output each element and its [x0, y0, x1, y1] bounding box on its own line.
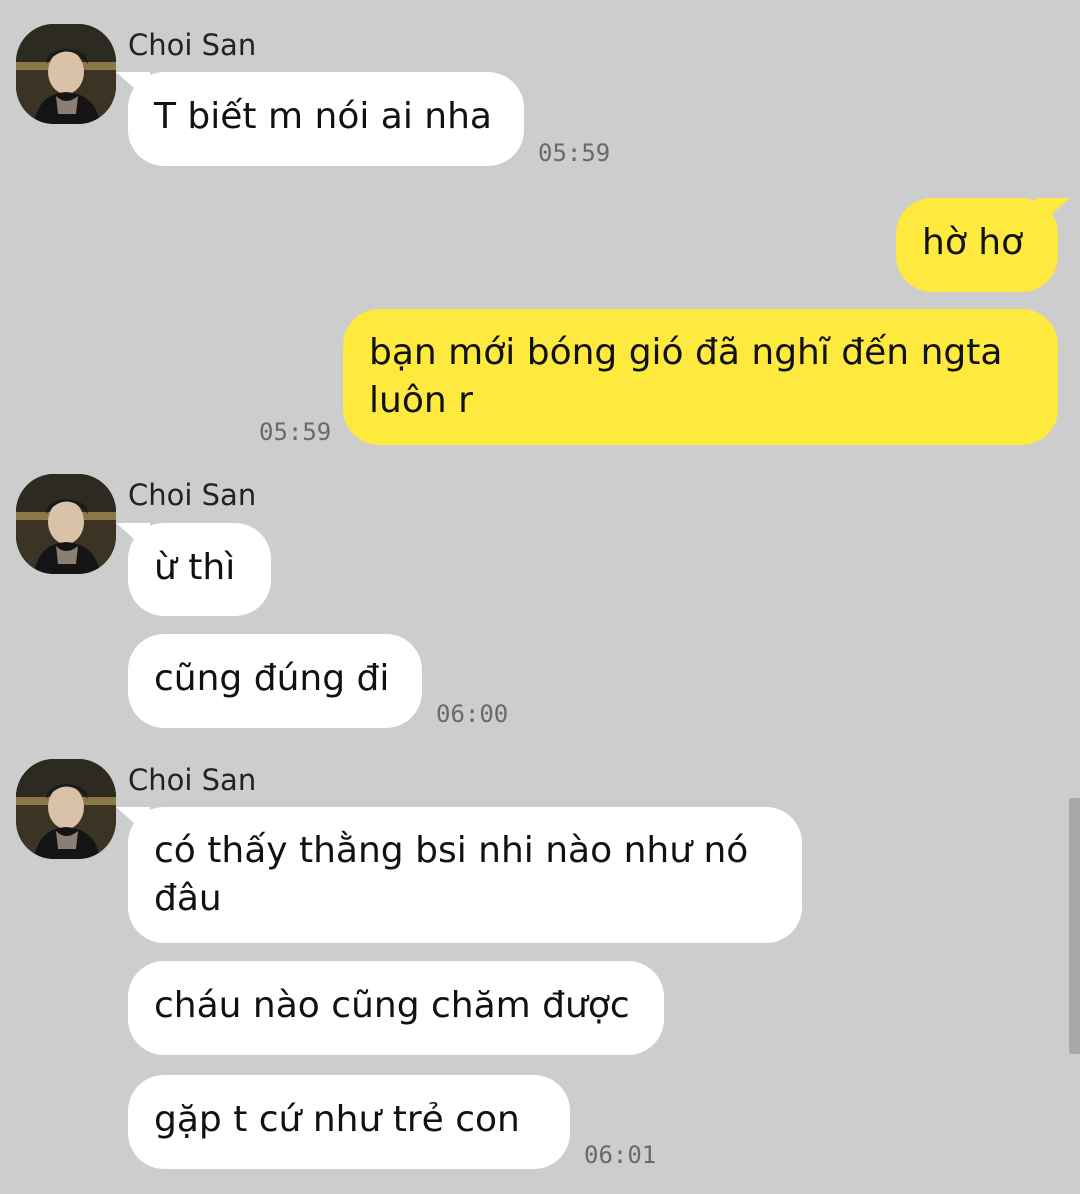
sender-avatar[interactable] [16, 24, 116, 124]
chat-message-list[interactable]: Choi San T biết m nói ai nha 05:59 hờ hơ… [0, 0, 1080, 1194]
outgoing-message-bubble[interactable]: hờ hơ [896, 198, 1058, 292]
message-timestamp: 06:00 [436, 700, 509, 728]
incoming-message-bubble[interactable]: gặp t cứ như trẻ con [128, 1075, 570, 1169]
message-timestamp: 05:59 [538, 139, 611, 167]
sender-name: Choi San [128, 478, 257, 512]
sender-avatar[interactable] [16, 474, 116, 574]
sender-avatar[interactable] [16, 759, 116, 859]
message-timestamp: 06:01 [584, 1141, 657, 1169]
sender-name: Choi San [128, 763, 257, 797]
incoming-message-bubble[interactable]: T biết m nói ai nha [128, 72, 524, 166]
avatar-photo-icon [16, 759, 116, 859]
incoming-message-bubble[interactable]: có thấy thằng bsi nhi nào như nó đâu [128, 807, 802, 943]
sender-name: Choi San [128, 28, 257, 62]
outgoing-message-bubble[interactable]: bạn mới bóng gió đã nghĩ đến ngta luôn r [343, 309, 1058, 445]
message-timestamp: 05:59 [259, 418, 332, 446]
incoming-message-bubble[interactable]: cũng đúng đi [128, 634, 422, 728]
incoming-message-bubble[interactable]: ừ thì [128, 523, 271, 616]
avatar-photo-icon [16, 24, 116, 124]
avatar-photo-icon [16, 474, 116, 574]
incoming-message-bubble[interactable]: cháu nào cũng chăm được [128, 961, 664, 1055]
scrollbar[interactable] [1069, 798, 1080, 1054]
